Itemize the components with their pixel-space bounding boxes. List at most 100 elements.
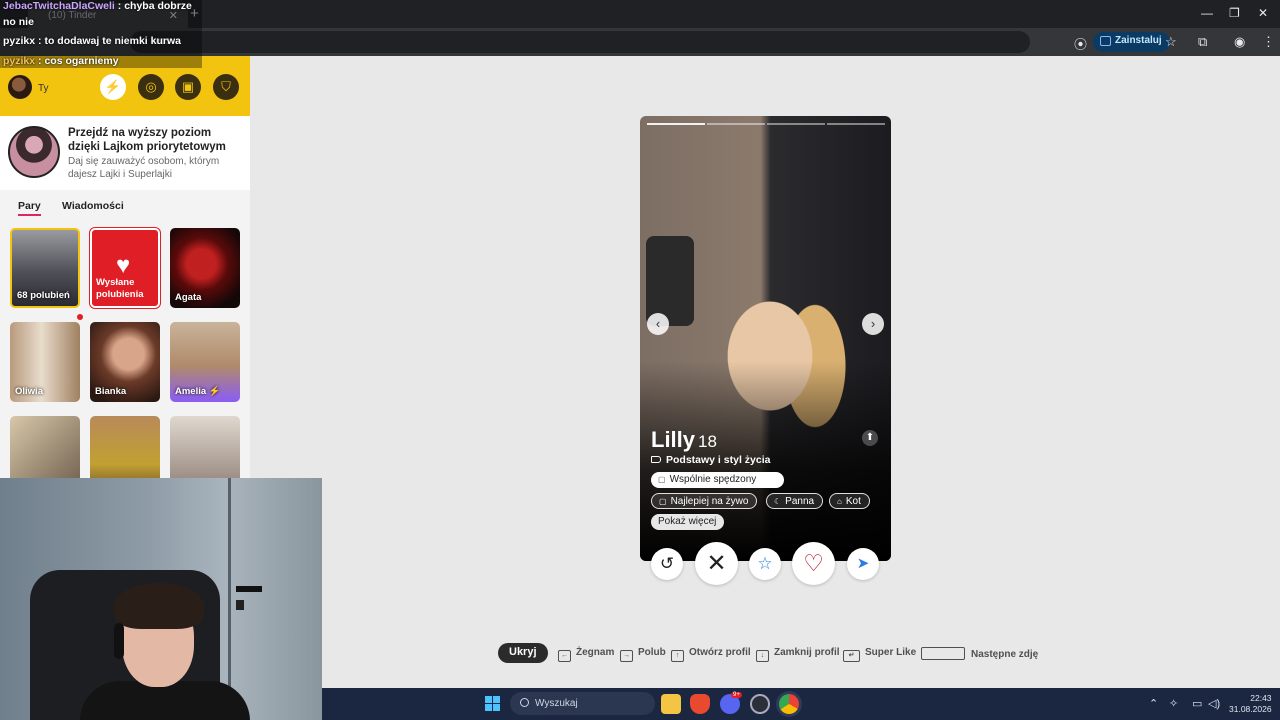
minimize-icon[interactable]: — xyxy=(1201,6,1213,20)
sent-likes-card[interactable]: ♥ Wysłane polubienia xyxy=(90,228,160,308)
hint-label: Otwórz profil xyxy=(689,647,751,658)
match-name: Agata xyxy=(175,292,202,303)
menu-icon[interactable]: ⋮ xyxy=(1262,34,1275,50)
likes-count: 68 polubień xyxy=(17,290,70,301)
monitor-icon[interactable]: ▭ xyxy=(1192,697,1202,710)
left-arrow-key-icon: ← xyxy=(558,650,571,662)
door-lock xyxy=(236,600,244,610)
new-match-dot xyxy=(77,314,83,320)
clock-time: 22:43 xyxy=(1250,693,1272,703)
right-arrow-key-icon: → xyxy=(620,650,633,662)
show-hidden-icons-icon[interactable]: ⌃ xyxy=(1149,697,1158,710)
chrome-icon[interactable] xyxy=(779,694,799,714)
phone-in-photo xyxy=(646,236,694,326)
match-card[interactable]: Bianka xyxy=(90,322,160,402)
match-card[interactable]: Agata xyxy=(170,228,240,308)
tab-messages[interactable]: Wiadomości xyxy=(62,200,124,212)
previous-photo-icon[interactable]: ‹ xyxy=(647,313,669,335)
windows-start-icon[interactable] xyxy=(485,696,501,712)
avatar[interactable] xyxy=(8,75,32,99)
sent-likes-label: Wysłane polubienia xyxy=(96,277,144,300)
tab-matches[interactable]: Pary xyxy=(18,200,41,216)
profile-icon[interactable]: ◉ xyxy=(1234,34,1245,50)
chat-username: pyzikx xyxy=(3,35,36,47)
hint-label: Następne zdję xyxy=(971,649,1039,660)
bookmark-star-icon[interactable]: ☆ xyxy=(1165,34,1177,50)
show-more-label: Pokaż więcej xyxy=(658,516,717,527)
location-icon[interactable]: ⦿ xyxy=(1074,34,1087,53)
install-icon xyxy=(1100,36,1111,46)
user-name[interactable]: Ty xyxy=(38,83,49,94)
address-bar[interactable]: recs xyxy=(130,31,1030,53)
hint-close-profile: ↓ Zamknij profil xyxy=(756,647,840,662)
hide-hints-button[interactable]: Ukryj xyxy=(498,643,548,663)
volume-icon[interactable]: ◁) xyxy=(1208,697,1220,710)
match-name: Oliwia xyxy=(15,386,43,397)
stream-chat-overlay: JebacTwitchaDlaCweli : chyba dobrze no n… xyxy=(0,0,202,68)
priority-likes-promo[interactable]: Przejdź na wyższy poziom dzięki Lajkom p… xyxy=(0,116,250,190)
file-explorer-icon[interactable] xyxy=(661,694,681,714)
chat-message: no nie xyxy=(3,16,34,28)
pet-icon: ⌂ xyxy=(837,497,842,506)
install-label: Zainstaluj xyxy=(1115,35,1162,46)
headset-icon xyxy=(114,623,124,659)
super-like-icon[interactable]: ☆ xyxy=(749,548,781,580)
hint-next-photo: Następne zdję xyxy=(921,647,1038,660)
hint-label: Żegnam xyxy=(576,647,615,658)
extensions-icon[interactable]: ⧉ xyxy=(1198,34,1207,50)
match-card[interactable]: Amelia ⚡ xyxy=(170,322,240,402)
tag-icon xyxy=(651,456,661,463)
send-icon[interactable]: ➤ xyxy=(847,548,879,580)
open-profile-icon[interactable]: ⬆ xyxy=(862,430,878,446)
show-more-button[interactable]: Pokaż więcej xyxy=(651,514,725,530)
enter-key-icon: ↵ xyxy=(843,650,860,662)
streamer xyxy=(80,583,250,720)
likes-card[interactable]: 68 polubień xyxy=(10,228,80,308)
next-photo-icon[interactable]: › xyxy=(862,313,884,335)
chat-icon: ▢ xyxy=(658,475,666,484)
hint-label: Super Like xyxy=(865,647,917,658)
down-arrow-key-icon: ↓ xyxy=(756,650,769,662)
chip-label: Najlepiej na żywo xyxy=(670,496,749,507)
chat-username: pyzikx xyxy=(3,55,36,67)
hint-nope: ← Żegnam xyxy=(558,647,614,662)
profile-name: Lilly xyxy=(651,427,696,452)
door-edge xyxy=(228,478,231,720)
interest-chip: ⌂ Kot xyxy=(829,493,870,509)
close-window-icon[interactable]: ✕ xyxy=(1258,6,1268,20)
chip-label: Panna xyxy=(785,496,815,507)
rewind-icon[interactable]: ↺ xyxy=(651,548,683,580)
shield-icon[interactable]: ⛉ xyxy=(213,74,239,100)
network-app-icon[interactable]: ✧ xyxy=(1169,697,1178,710)
system-clock[interactable]: 22:43 31.08.2026 xyxy=(1229,693,1272,715)
chat-message: pyzikx : to dodawaj te niemki kurwa xyxy=(3,35,181,47)
photo-progress xyxy=(827,123,885,125)
webcam-overlay xyxy=(0,478,322,720)
promo-subtitle: Daj się zauważyć osobom, którym dajesz L… xyxy=(68,156,220,180)
photo-progress xyxy=(647,123,705,125)
obs-icon[interactable] xyxy=(750,694,770,714)
photo-progress xyxy=(767,123,825,125)
profile-card[interactable]: ‹ › Lilly 18 ⬆ Podstawy i styl życia ▢ Ws… xyxy=(640,116,891,561)
discord-badge: 9+ xyxy=(731,692,742,698)
hint-super-like: ↵ Super Like xyxy=(843,647,916,662)
chat-username: JebacTwitchaDlaCweli xyxy=(3,0,115,12)
hint-label: Polub xyxy=(638,647,666,658)
brave-browser-icon[interactable] xyxy=(690,694,710,714)
hint-open-profile: ↑ Otwórz profil xyxy=(671,647,751,662)
install-button[interactable]: Zainstaluj xyxy=(1093,32,1170,52)
taskbar-search[interactable]: Wyszukaj xyxy=(510,692,655,715)
profile-age: 18 xyxy=(698,432,717,451)
restore-icon[interactable]: ❐ xyxy=(1229,6,1240,20)
chat-text: to dodawaj te niemki kurwa xyxy=(44,35,181,47)
basics-label: Podstawy i styl życia xyxy=(666,454,771,466)
hint-like: → Polub xyxy=(620,647,666,662)
like-heart-icon[interactable]: ♡ xyxy=(792,542,835,585)
compass-icon[interactable]: ◎ xyxy=(138,74,164,100)
lightning-icon[interactable]: ⚡ xyxy=(100,74,126,100)
chat-text: no nie xyxy=(3,16,34,28)
nope-icon[interactable]: ✕ xyxy=(695,542,738,585)
match-card[interactable]: Oliwia xyxy=(10,322,80,402)
briefcase-icon[interactable]: ▣ xyxy=(175,74,201,100)
promo-title: Przejdź na wyższy poziom dzięki Lajkom p… xyxy=(68,127,226,153)
